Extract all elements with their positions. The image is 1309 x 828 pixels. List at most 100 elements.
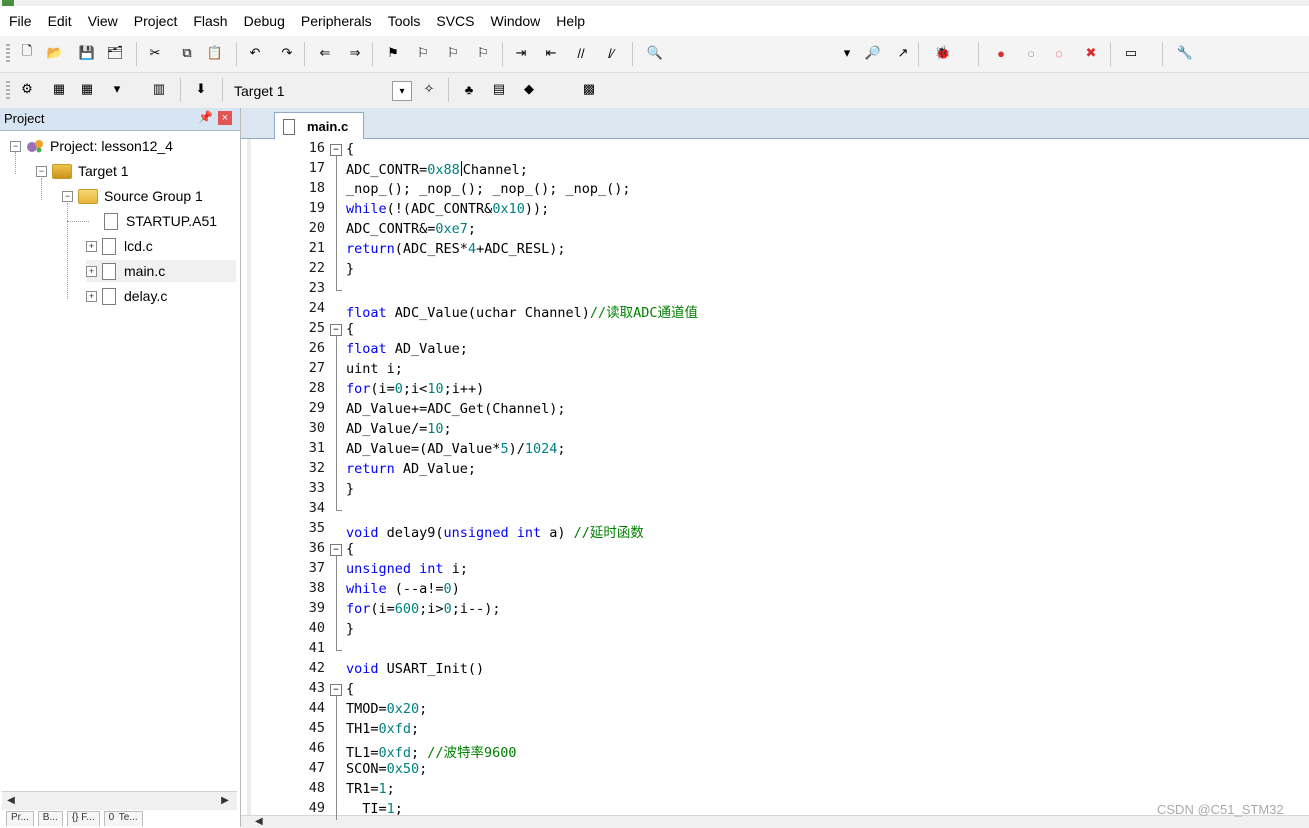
code-line[interactable]: 43−{ (241, 680, 1301, 700)
code-line[interactable]: 46 TL1=0xfd; //波特率9600 (241, 740, 1301, 761)
menu-svcs[interactable]: SVCS (427, 6, 481, 36)
expand-icon[interactable]: + (86, 240, 97, 252)
tab-project[interactable]: Pr... (6, 811, 34, 826)
fold-icon[interactable]: − (330, 544, 342, 556)
code-line[interactable]: 25−{ (241, 320, 1301, 340)
disable-breakpoint-icon[interactable]: ○ (1022, 44, 1040, 62)
code-line[interactable]: 35 void delay9(unsigned int a) //延时函数 (241, 520, 1301, 541)
tab-main-c[interactable]: main.c (274, 112, 364, 140)
nav-back-icon[interactable]: ⇐ (316, 44, 334, 62)
code-line[interactable]: 34 (241, 500, 1301, 520)
toolbar-grip[interactable] (6, 81, 10, 101)
tree-project[interactable]: − Project: lesson12_4 (10, 135, 173, 157)
code-editor[interactable]: ◀ 16−{17 ADC_CONTR=0x88 Channel; 18 _nop_();… (241, 139, 1309, 828)
code-line[interactable]: 16−{ (241, 140, 1301, 160)
stop-build-icon[interactable]: ▥ (150, 80, 168, 98)
file-extensions-icon[interactable]: ▤ (490, 80, 508, 98)
collapse-icon[interactable]: − (10, 140, 21, 152)
next-bookmark-icon[interactable]: ⚐ (444, 44, 462, 62)
code-line[interactable]: 42 void USART_Init() (241, 660, 1301, 680)
menu-debug[interactable]: Debug (235, 6, 292, 36)
target-select-dropdown[interactable]: ▾ (392, 81, 412, 101)
breakpoint-icon[interactable]: ● (992, 44, 1010, 62)
clear-bookmarks-icon[interactable]: ⚐ (474, 44, 492, 62)
manage-components-icon[interactable]: ♣ (460, 80, 478, 98)
window-layout-icon[interactable]: ▭ (1122, 44, 1140, 62)
toolbar-grip[interactable] (6, 44, 10, 64)
kill-breakpoints-icon[interactable]: ✖ (1082, 44, 1100, 62)
scroll-right-icon[interactable]: ▶ (218, 794, 232, 808)
prev-bookmark-icon[interactable]: ⚐ (414, 44, 432, 62)
code-line[interactable]: 17 ADC_CONTR=0x88 Channel; (241, 160, 1301, 180)
code-line[interactable]: 26 float AD_Value; (241, 340, 1301, 360)
code-line[interactable]: 39 for(i=600;i>0;i--); (241, 600, 1301, 620)
incremental-find-icon[interactable]: ↗ (894, 44, 912, 62)
tree-group[interactable]: − Source Group 1 (62, 185, 203, 207)
fold-icon[interactable]: − (330, 684, 342, 696)
code-line[interactable]: 30 AD_Value/=10; (241, 420, 1301, 440)
batch-build-icon[interactable]: ▾ (108, 80, 126, 98)
open-file-icon[interactable]: 📂 (46, 44, 64, 62)
menu-help[interactable]: Help (547, 6, 592, 36)
code-line[interactable]: 24 float ADC_Value(uchar Channel)//读取ADC通… (241, 300, 1301, 321)
fold-icon[interactable]: − (330, 324, 342, 336)
pack-installer-icon[interactable]: ▩ (580, 80, 598, 98)
menu-file[interactable]: File (0, 6, 39, 36)
configure-icon[interactable]: 🔧 (1176, 44, 1194, 62)
copy-icon[interactable]: ⧉ (178, 44, 196, 62)
code-line[interactable]: 27 uint i; (241, 360, 1301, 380)
unindent-icon[interactable]: ⇤ (542, 44, 560, 62)
new-file-icon[interactable]: 🗋 (18, 43, 36, 62)
menu-peripherals[interactable]: Peripherals (292, 6, 379, 36)
comment-icon[interactable]: // (572, 44, 590, 62)
code-line[interactable]: 18 _nop_(); _nop_(); _nop_(); _nop_(); (241, 180, 1301, 200)
code-line[interactable]: 31 AD_Value=(AD_Value*5)/1024; (241, 440, 1301, 460)
code-line[interactable]: 21 return(ADC_RES*4+ADC_RESL); (241, 240, 1301, 260)
tree-file-startup[interactable]: STARTUP.A51 (104, 210, 217, 232)
redo-icon[interactable]: ↷ (278, 44, 296, 62)
collapse-icon[interactable]: − (62, 190, 73, 202)
code-line[interactable]: 19 while(!(ADC_CONTR&0x10)); (241, 200, 1301, 220)
uncomment-icon[interactable]: /∕ (602, 44, 620, 62)
build-icon[interactable]: ▦ (50, 80, 68, 98)
code-line[interactable]: 48 TR1=1; (241, 780, 1301, 800)
indent-icon[interactable]: ⇥ (512, 44, 530, 62)
undo-icon[interactable]: ↶ (246, 44, 264, 62)
collapse-icon[interactable]: − (36, 165, 47, 177)
debug-session-icon[interactable]: 🐞 (934, 44, 952, 62)
rebuild-icon[interactable]: ▦ (78, 80, 96, 98)
menu-window[interactable]: Window (482, 6, 548, 36)
bookmark-icon[interactable]: ⚑ (384, 44, 402, 62)
code-line[interactable]: 33} (241, 480, 1301, 500)
scroll-left-icon[interactable]: ◀ (4, 794, 18, 808)
target-select-value[interactable]: Target 1 (234, 83, 285, 99)
code-line[interactable]: 45 TH1=0xfd; (241, 720, 1301, 740)
find-in-files-icon[interactable]: 🔍 (646, 44, 664, 62)
code-line[interactable]: 47 SCON=0x50; (241, 760, 1301, 780)
expand-icon[interactable]: + (86, 265, 97, 277)
tab-functions[interactable]: {} F... (66, 811, 100, 826)
menu-view[interactable]: View (79, 6, 125, 36)
cut-icon[interactable]: ✂ (146, 44, 164, 62)
select-packs-icon[interactable]: ◆ (520, 80, 538, 98)
code-line[interactable]: 22} (241, 260, 1301, 280)
save-all-icon[interactable]: 🗂 (106, 44, 124, 62)
tree-file-delay[interactable]: + delay.c (86, 285, 167, 307)
code-line[interactable]: 40} (241, 620, 1301, 640)
find-icon[interactable]: 🔎 (864, 44, 882, 62)
code-line[interactable]: 38 while (--a!=0) (241, 580, 1301, 600)
tab-templates[interactable]: 0 Te... (103, 811, 143, 826)
code-line[interactable]: 44 TMOD=0x20; (241, 700, 1301, 720)
disable-all-breakpoints-icon[interactable]: ◌ (1050, 44, 1068, 62)
fold-icon[interactable]: − (330, 144, 342, 156)
tab-books[interactable]: B... (37, 811, 63, 826)
code-line[interactable]: 36−{ (241, 540, 1301, 560)
menu-edit[interactable]: Edit (39, 6, 79, 36)
code-line[interactable]: 41 (241, 640, 1301, 660)
nav-forward-icon[interactable]: ⇒ (346, 44, 364, 62)
menu-tools[interactable]: Tools (379, 6, 428, 36)
tree-target[interactable]: − Target 1 (36, 160, 129, 182)
menu-flash[interactable]: Flash (184, 6, 234, 36)
code-line[interactable]: 37 unsigned int i; (241, 560, 1301, 580)
target-options-icon[interactable]: ✧ (420, 80, 438, 98)
